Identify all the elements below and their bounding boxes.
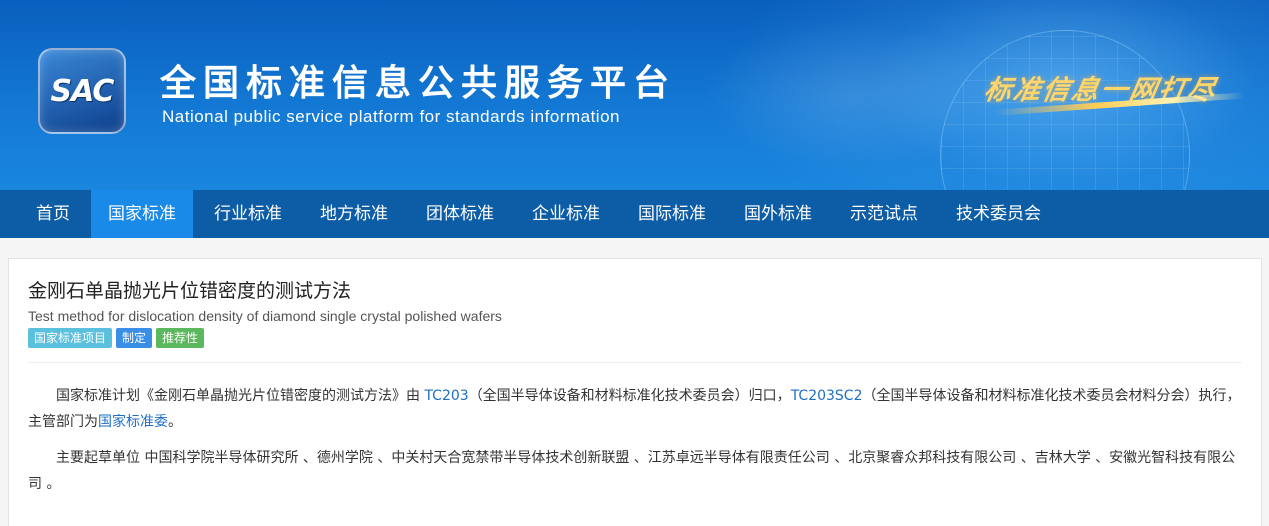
badge-group: 国家标准项目 制定 推荐性 — [28, 328, 1242, 348]
plan-end: 。 — [168, 414, 182, 430]
badge-national-project: 国家标准项目 — [28, 328, 113, 348]
standard-detail-card: 金刚石单晶抛光片位错密度的测试方法 Test method for disloc… — [8, 258, 1262, 526]
department-link[interactable]: 国家标准委 — [98, 414, 168, 430]
nav-item-group-standards[interactable]: 团体标准 — [409, 190, 511, 238]
nav-item-international-standards[interactable]: 国际标准 — [621, 190, 723, 238]
plan-prefix: 国家标准计划《金刚石单晶抛光片位错密度的测试方法》由 — [56, 388, 425, 404]
site-subtitle: National public service platform for sta… — [162, 107, 620, 126]
nav-item-foreign-standards[interactable]: 国外标准 — [727, 190, 829, 238]
nav-item-local-standards[interactable]: 地方标准 — [303, 190, 405, 238]
nav-item-national-standards[interactable]: 国家标准 — [91, 190, 193, 238]
site-title: 全国标准信息公共服务平台 — [160, 63, 677, 104]
standard-title-cn: 金刚石单晶抛光片位错密度的测试方法 — [28, 280, 352, 302]
standard-title-en: Test method for dislocation density of d… — [28, 308, 502, 324]
nav-item-enterprise-standards[interactable]: 企业标准 — [515, 190, 617, 238]
plan-description: 国家标准计划《金刚石单晶抛光片位错密度的测试方法》由 TC203（全国半导体设备… — [28, 383, 1242, 435]
badge-recommended: 推荐性 — [156, 328, 205, 348]
tc203-desc: （全国半导体设备和材料标准化技术委员会）归口， — [468, 388, 791, 404]
divider — [28, 362, 1242, 363]
tc203sc2-link[interactable]: TC203SC2 — [791, 388, 863, 404]
nav-item-industry-standards[interactable]: 行业标准 — [197, 190, 299, 238]
nav-item-home[interactable]: 首页 — [19, 190, 87, 238]
nav-item-pilot-demo[interactable]: 示范试点 — [833, 190, 935, 238]
drafting-units: 主要起草单位 中国科学院半导体研究所 、德州学院 、中关村天合宽禁带半导体技术创… — [28, 450, 1236, 492]
badge-formulate: 制定 — [116, 328, 153, 348]
logo-text: SAC — [50, 73, 115, 109]
nav-item-technical-committees[interactable]: 技术委员会 — [939, 190, 1058, 238]
header-banner: SAC 全国标准信息公共服务平台 National public service… — [0, 0, 1269, 190]
sac-logo[interactable]: SAC — [38, 48, 126, 134]
main-nav: 首页 国家标准 行业标准 地方标准 团体标准 企业标准 国际标准 国外标准 示范… — [0, 190, 1269, 238]
tc203-link[interactable]: TC203 — [424, 388, 468, 404]
